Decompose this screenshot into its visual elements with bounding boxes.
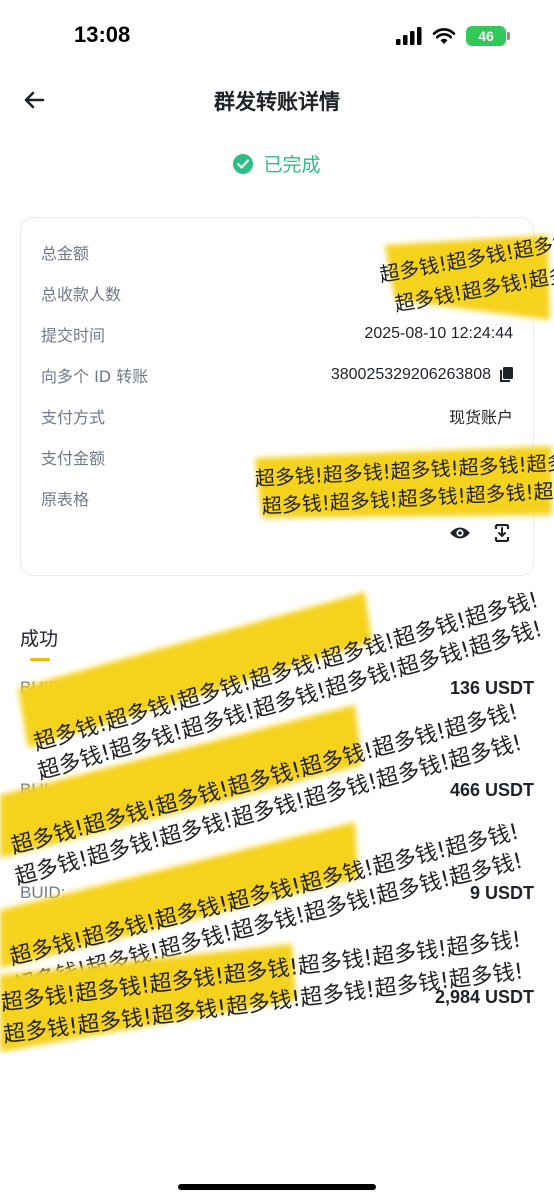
detail-label: 原表格: [41, 490, 90, 509]
signal-icon: [396, 27, 422, 45]
battery-level: 46: [478, 28, 494, 44]
redaction-overlay: 超多钱!超多钱!超多钱!超多钱!超多钱!超多钱!超多钱! 超多钱!超多钱!超多钱…: [0, 181, 554, 1052]
copy-button[interactable]: [499, 367, 513, 383]
detail-value: 380025329206263808: [331, 366, 513, 384]
detail-label: 总金额: [41, 244, 90, 263]
detail-label: 支付方式: [41, 408, 106, 427]
download-icon: [494, 524, 510, 542]
tab-indicator: [30, 658, 50, 661]
detail-row: 向多个 ID 转账 380025329206263808: [41, 360, 513, 390]
list-item: BUID 136 USDT: [20, 672, 534, 704]
status-icons: 46: [396, 26, 510, 46]
transfer-id: 380025329206263808: [330, 366, 491, 383]
redaction-scribble-5: 超多钱!超多钱!超多钱!超多钱!超多钱!超多钱!超多钱! 超多钱!超多钱!超多钱…: [0, 820, 525, 1000]
redaction-text: 超多钱!超多钱!超多钱!超多钱!超多钱!超多钱!超多钱!: [11, 849, 525, 1000]
item-buid: BUID: [20, 678, 61, 697]
view-button[interactable]: [449, 522, 471, 544]
list-item: BUI 466 USDT: [20, 774, 534, 806]
item-amount: 2,984 USDT: [434, 986, 534, 1007]
wifi-icon: [432, 28, 456, 44]
detail-label: 支付金额: [41, 449, 106, 468]
tab-success[interactable]: 成功: [20, 624, 58, 651]
detail-row: 支付方式 现货账户: [41, 401, 513, 431]
detail-row: 原表格: [41, 483, 513, 513]
redaction-text: 超多钱!超多钱!超多钱!超多钱!超多钱!超多钱!超多钱!: [12, 731, 524, 891]
detail-label: 向多个 ID 转账: [41, 367, 149, 386]
details-card: 总金额 总收款人数 提交时间 2025-08-10 12:24:44 向多个 I…: [20, 217, 534, 576]
detail-row: 总金额: [41, 237, 513, 267]
detail-label: 提交时间: [41, 326, 106, 345]
item-buid: BUI: [20, 780, 49, 799]
status-time: 13:08: [74, 22, 131, 47]
spreadsheet-actions: [449, 522, 513, 544]
item-amount: 9 USDT: [469, 882, 534, 903]
item-amount: 466 USDT: [449, 779, 534, 800]
page-title: 群发转账详情: [214, 90, 340, 114]
item-amount: 136 USDT: [449, 677, 534, 698]
download-button[interactable]: [491, 522, 513, 544]
status-bar: 13:08 46: [0, 0, 554, 70]
copy-icon: [500, 367, 513, 382]
battery-icon: 46: [466, 26, 510, 46]
detail-value: 2025-08-10 12:24:44: [364, 325, 513, 342]
list-item: 2,984 USDT: [20, 981, 534, 1013]
home-indicator[interactable]: [178, 1184, 376, 1190]
list-item: BUID: 9 USDT: [20, 877, 534, 909]
detail-row: 总收款人数: [41, 278, 513, 308]
detail-label: 总收款人数: [41, 285, 122, 304]
detail-row: 提交时间 2025-08-10 12:24:44: [41, 319, 513, 349]
check-circle-icon: [233, 153, 254, 174]
eye-icon: [450, 527, 470, 539]
detail-value: 现货账户: [448, 410, 513, 427]
status-text: 已完成: [263, 154, 321, 176]
item-buid: BUID:: [20, 883, 66, 902]
nav-bar: 群发转账详情: [0, 78, 554, 122]
detail-row: 支付金额: [41, 442, 513, 472]
transfer-status: 已完成: [0, 150, 554, 177]
